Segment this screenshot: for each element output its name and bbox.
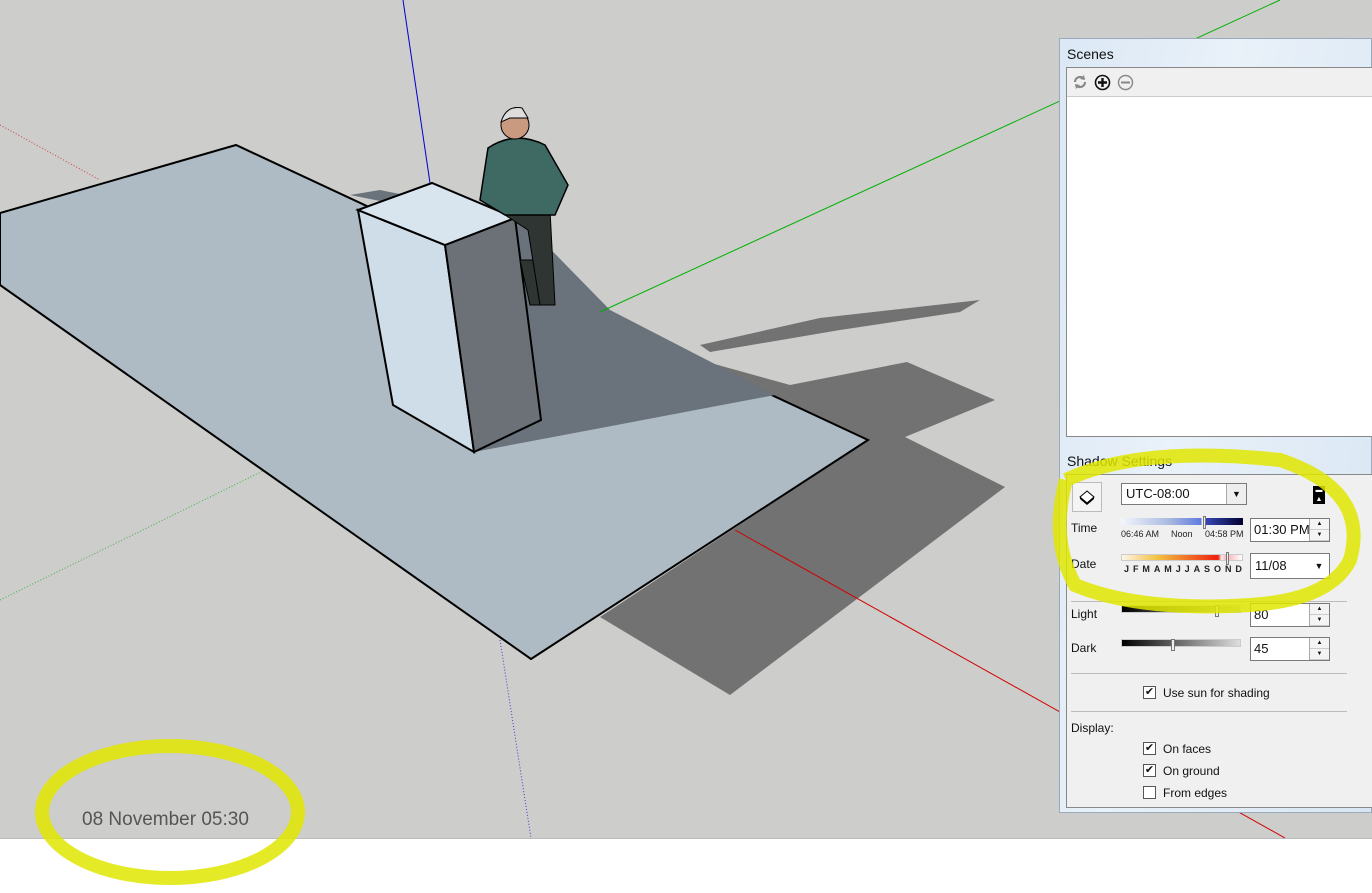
month-tick: M [1142,564,1150,574]
green-axis-dotted [0,469,266,601]
collapse-details-button[interactable]: ▬ ▲ [1313,486,1325,504]
use-sun-label: Use sun for shading [1163,686,1270,700]
scenes-title: Scenes [1067,46,1114,62]
light-label: Light [1071,607,1098,621]
shadow-toggle-icon [1079,490,1095,505]
dark-input[interactable]: 45 ▲ ▼ [1250,637,1330,661]
month-tick: A [1193,564,1201,574]
on-ground-checkbox[interactable]: ✔ [1143,764,1156,777]
month-tick: S [1204,564,1211,574]
toggle-shadows-button[interactable] [1072,482,1102,512]
tray-panel: Scenes Shadow Settings UTC-08:00 ▼ ▬ ▲ Tim… [1059,38,1372,813]
use-sun-checkbox[interactable]: ✔ [1143,686,1156,699]
month-tick: J [1124,564,1130,574]
light-input[interactable]: 80 ▲ ▼ [1250,603,1330,627]
from-edges-label: From edges [1163,786,1228,800]
timezone-select[interactable]: UTC-08:00 ▼ [1121,483,1247,505]
on-ground-label: On ground [1163,764,1220,778]
time-input[interactable]: 01:30 PM ▲ ▼ [1250,518,1330,542]
divider [1071,601,1347,602]
scenes-pane [1066,67,1372,437]
shadow-settings-title: Shadow Settings [1067,453,1173,469]
from-edges-checkbox[interactable] [1143,786,1156,799]
month-tick: F [1132,564,1139,574]
red-axis-dotted [0,124,101,181]
chevron-down-icon: ▼ [1309,554,1329,578]
refresh-icon[interactable] [1071,74,1088,91]
date-time-label: 08 November 05:30 [82,809,249,830]
chevron-down-icon: ▼ [1226,484,1246,504]
divider [1071,711,1347,712]
month-tick: D [1235,564,1242,574]
noon-label: Noon [1171,529,1193,539]
date-slider[interactable] [1121,554,1243,561]
dark-slider[interactable] [1121,639,1241,647]
month-tick: J [1184,564,1190,574]
light-slider-thumb[interactable] [1215,605,1219,617]
blue-axis-dotted [499,639,532,838]
scenes-toolbar [1067,68,1372,97]
month-tick: A [1153,564,1161,574]
month-tick: M [1164,564,1172,574]
dark-label: Dark [1071,641,1097,655]
divider [1071,673,1347,674]
shadow-settings-pane: UTC-08:00 ▼ ▬ ▲ Time 06:46 AM Noon 04:58 P… [1066,474,1372,808]
light-down-button[interactable]: ▼ [1310,615,1329,626]
add-scene-icon[interactable] [1094,74,1111,91]
dark-slider-thumb[interactable] [1171,639,1175,651]
time-slider-thumb[interactable] [1203,516,1206,529]
figure-shadow [700,300,980,352]
date-select[interactable]: 11/08 ▼ [1250,553,1330,579]
month-labels: JFMAMJJASOND [1124,564,1242,574]
time-up-button[interactable]: ▲ [1310,519,1329,530]
on-faces-checkbox[interactable]: ✔ [1143,742,1156,755]
date-label: Date [1071,557,1097,571]
month-tick: N [1224,564,1232,574]
dark-down-button[interactable]: ▼ [1310,649,1329,660]
time-label: Time [1071,521,1098,535]
display-label: Display: [1071,721,1114,735]
light-slider[interactable] [1121,605,1241,613]
month-tick: O [1214,564,1222,574]
remove-scene-icon[interactable] [1117,74,1134,91]
sunrise-label: 06:46 AM [1121,529,1160,539]
time-slider[interactable] [1121,518,1243,525]
month-tick: J [1175,564,1181,574]
on-faces-label: On faces [1163,742,1212,756]
sunset-label: 04:58 PM [1205,529,1244,539]
status-bar [0,838,1372,893]
blue-axis [402,0,431,184]
light-up-button[interactable]: ▲ [1310,604,1329,615]
time-down-button[interactable]: ▼ [1310,530,1329,541]
dark-up-button[interactable]: ▲ [1310,638,1329,649]
